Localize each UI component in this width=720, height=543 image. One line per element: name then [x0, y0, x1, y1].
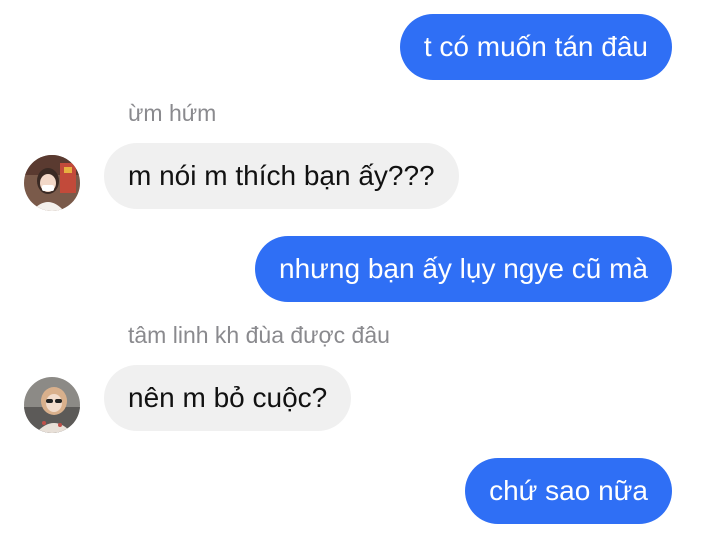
incoming-message-bubble[interactable]: m nói m thích bạn ấy???: [104, 143, 459, 209]
outgoing-message-bubble[interactable]: t có muốn tán đâu: [399, 14, 672, 80]
contact-photo-icon: [24, 155, 80, 211]
outgoing-message-bubble[interactable]: nhưng bạn ấy lụy ngye cũ mà: [255, 236, 672, 302]
reply-context-text: ừm hứm: [128, 100, 217, 126]
outgoing-message-bubble[interactable]: chứ sao nữa: [465, 458, 672, 524]
contact-avatar[interactable]: [24, 155, 80, 211]
contact-avatar[interactable]: [24, 377, 80, 433]
incoming-message-bubble[interactable]: nên m bỏ cuộc?: [104, 365, 352, 431]
contact-photo-icon: [24, 377, 80, 433]
reply-context-text: tâm linh kh đùa được đâu: [128, 322, 390, 348]
